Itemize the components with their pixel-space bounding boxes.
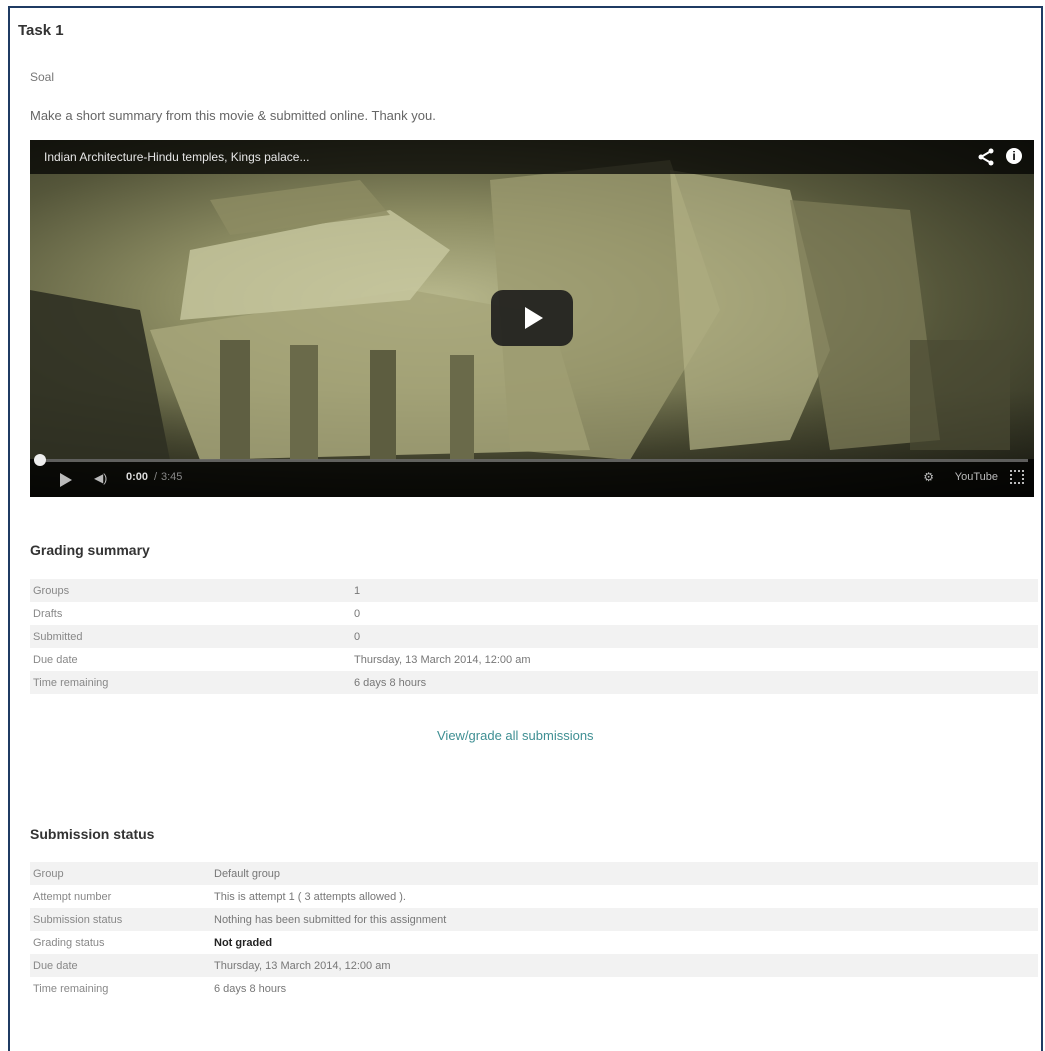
play-button[interactable] <box>491 290 573 346</box>
row-label: Due date <box>30 648 351 671</box>
volume-icon[interactable]: ◀) <box>94 471 107 485</box>
progress-knob[interactable] <box>34 454 46 466</box>
row-value: 6 days 8 hours <box>351 671 1038 694</box>
total-time: 3:45 <box>161 471 183 483</box>
assignment-description: Make a short summary from this movie & s… <box>30 108 436 123</box>
table-row: Time remaining 6 days 8 hours <box>30 977 1038 1000</box>
share-icon[interactable] <box>976 147 996 167</box>
table-row: Drafts 0 <box>30 602 1038 625</box>
table-row: Due date Thursday, 13 March 2014, 12:00 … <box>30 954 1038 977</box>
grading-summary-heading: Grading summary <box>30 542 150 558</box>
row-value: 1 <box>351 579 1038 602</box>
row-label: Grading status <box>30 931 211 954</box>
row-label: Submission status <box>30 908 211 931</box>
row-value: This is attempt 1 ( 3 attempts allowed )… <box>211 885 1038 908</box>
row-value: Nothing has been submitted for this assi… <box>211 908 1038 931</box>
page-title: Task 1 <box>18 22 64 39</box>
table-row: Attempt number This is attempt 1 ( 3 att… <box>30 885 1038 908</box>
fullscreen-icon[interactable] <box>1010 470 1024 484</box>
current-time: 0:00 <box>126 471 149 483</box>
row-label: Due date <box>30 954 211 977</box>
youtube-logo[interactable]: YouTube <box>955 471 998 483</box>
progress-bar[interactable] <box>34 454 1028 466</box>
table-row: Due date Thursday, 13 March 2014, 12:00 … <box>30 648 1038 671</box>
row-label: Time remaining <box>30 671 351 694</box>
table-row: Grading status Not graded <box>30 931 1038 954</box>
table-row: Submission status Nothing has been submi… <box>30 908 1038 931</box>
play-icon[interactable] <box>60 473 72 487</box>
video-title-bar: Indian Architecture-Hindu temples, Kings… <box>30 140 1034 174</box>
row-label: Submitted <box>30 625 351 648</box>
table-row: Submitted 0 <box>30 625 1038 648</box>
view-grade-submissions-link[interactable]: View/grade all submissions <box>437 728 594 743</box>
video-title[interactable]: Indian Architecture-Hindu temples, Kings… <box>44 150 309 164</box>
row-value: Thursday, 13 March 2014, 12:00 am <box>351 648 1038 671</box>
grading-status-value: Not graded <box>211 931 1038 954</box>
video-controls: ◀) 0:00 / 3:45 ⚙ YouTube <box>30 454 1034 497</box>
table-row: Group Default group <box>30 862 1038 885</box>
table-row: Groups 1 <box>30 579 1038 602</box>
assignment-label: Soal <box>30 70 55 84</box>
submission-status-heading: Submission status <box>30 826 155 842</box>
time-separator: / <box>154 471 158 483</box>
info-icon[interactable]: i <box>1006 148 1022 164</box>
row-label: Drafts <box>30 602 351 625</box>
grading-summary-table: Groups 1 Drafts 0 Submitted 0 Due date T… <box>30 579 1038 694</box>
table-row: Time remaining 6 days 8 hours <box>30 671 1038 694</box>
row-value: Default group <box>211 862 1038 885</box>
row-label: Groups <box>30 579 351 602</box>
video-player[interactable]: Indian Architecture-Hindu temples, Kings… <box>30 140 1034 497</box>
row-value: 6 days 8 hours <box>211 977 1038 1000</box>
row-value: Thursday, 13 March 2014, 12:00 am <box>211 954 1038 977</box>
row-label: Time remaining <box>30 977 211 1000</box>
row-label: Group <box>30 862 211 885</box>
row-value: 0 <box>351 625 1038 648</box>
row-label: Attempt number <box>30 885 211 908</box>
submission-status-table: Group Default group Attempt number This … <box>30 862 1038 1000</box>
row-value: 0 <box>351 602 1038 625</box>
settings-icon[interactable]: ⚙ <box>923 470 934 484</box>
